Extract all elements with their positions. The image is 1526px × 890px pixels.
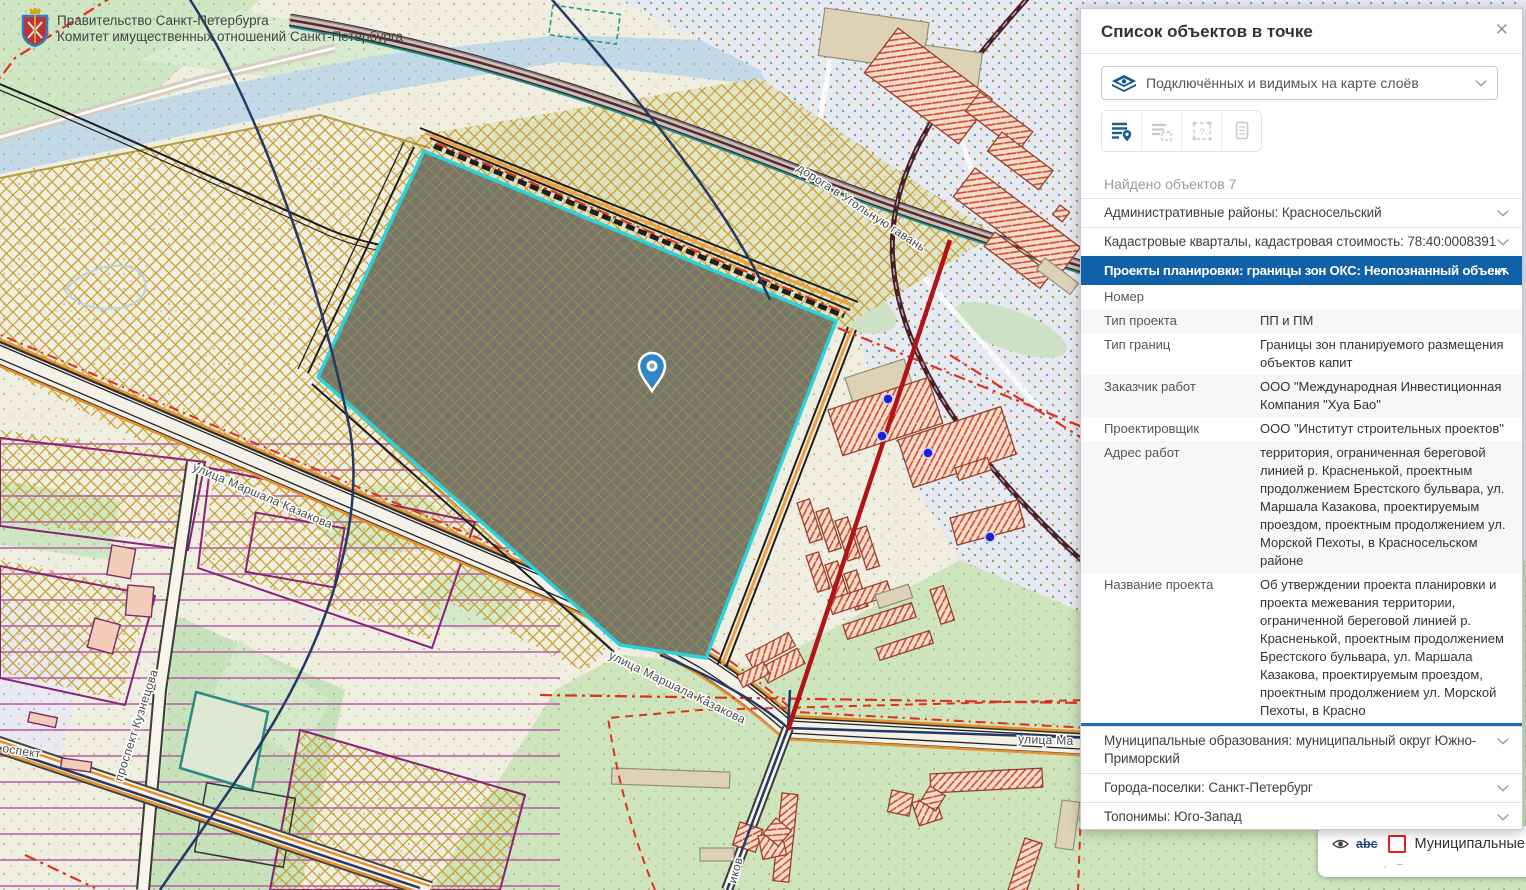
list-item-cities[interactable]: Города-поселки: Санкт-Петербург	[1081, 773, 1522, 802]
document-icon	[1231, 120, 1253, 142]
report-button[interactable]	[1222, 111, 1261, 151]
svg-text:?: ?	[1199, 127, 1204, 138]
identify-rect-button[interactable]: ?	[1182, 111, 1222, 151]
results-list: Административные районы: Красносельский …	[1081, 198, 1522, 830]
detail-row: Номер	[1081, 285, 1522, 309]
results-count: Найдено объектов 7	[1081, 176, 1522, 192]
spb-coat-of-arms-icon	[20, 8, 50, 48]
list-by-point-button[interactable]	[1102, 111, 1142, 151]
detail-row: Адрес работтерритория, ограниченная бере…	[1081, 441, 1522, 573]
gov-text-line1: Правительство Санкт-Петербурга	[57, 13, 403, 29]
detail-row: Заказчик работООО "Международная Инвести…	[1081, 375, 1522, 417]
results-toolbar: ?	[1101, 110, 1262, 152]
gov-text-line2: Комитет имущественных отношений Санкт-Пе…	[57, 29, 403, 45]
detail-row: Тип границГраницы зон планируемого разме…	[1081, 333, 1522, 375]
list-rect-icon	[1151, 121, 1173, 142]
list-item-planning-project-selected[interactable]: Проекты планировки: границы зон ОКС: Нео…	[1081, 256, 1522, 285]
list-by-rect-button[interactable]	[1142, 111, 1182, 151]
object-details-table: Номер Тип проектаПП и ПМ Тип границГрани…	[1081, 285, 1522, 726]
objects-at-point-panel: Список объектов в точке ✕ Подключённых и…	[1080, 8, 1523, 830]
chevron-up-icon	[1497, 268, 1509, 275]
layers-filter-label: Подключённых и видимых на карте слоёв	[1146, 75, 1475, 91]
detail-row: Тип проектаПП и ПМ	[1081, 309, 1522, 333]
layers-icon	[1112, 75, 1136, 92]
list-pin-icon	[1111, 121, 1133, 142]
legend-row-partial: ‚ –	[1332, 859, 1526, 870]
chevron-down-icon	[1475, 80, 1487, 87]
app-screen: улица Маршала Казакова улица Маршала Каз…	[0, 0, 1526, 890]
list-item-cadastral-quarter[interactable]: Кадастровые кварталы, кадастровая стоимо…	[1081, 227, 1522, 256]
map-legend: abc Муниципальные обр ‚ –	[1318, 826, 1526, 877]
question-rect-icon: ?	[1191, 120, 1213, 142]
chevron-down-icon	[1497, 785, 1509, 792]
layers-filter-dropdown[interactable]: Подключённых и видимых на карте слоёв	[1101, 66, 1498, 100]
chevron-down-icon	[1497, 210, 1509, 217]
legend-swatch-red-square	[1388, 835, 1406, 853]
legend-item-label: Муниципальные обр	[1415, 836, 1526, 852]
chevron-down-icon	[1497, 239, 1509, 246]
chevron-down-icon	[1497, 738, 1509, 745]
panel-title: Список объектов в точке	[1101, 22, 1313, 41]
government-logo: Правительство Санкт-Петербурга Комитет и…	[20, 8, 403, 48]
detail-row: ПроектировщикООО "Институт строительных …	[1081, 417, 1522, 441]
close-icon[interactable]: ✕	[1495, 20, 1509, 40]
eye-icon[interactable]	[1332, 838, 1349, 850]
list-item-municipal[interactable]: Муниципальные образования: муниципальный…	[1081, 726, 1522, 773]
chevron-down-icon	[1497, 814, 1509, 821]
labels-toggle[interactable]: abc	[1356, 837, 1378, 851]
detail-row: Название проектаОб утверждении проекта п…	[1081, 573, 1522, 723]
list-item-admin-district[interactable]: Административные районы: Красносельский	[1081, 198, 1522, 227]
list-item-toponyms[interactable]: Топонимы: Юго-Запад	[1081, 802, 1522, 830]
street-label-ulitsa-ma: улица Ма	[1018, 732, 1074, 748]
panel-header: Список объектов в точке ✕	[1081, 9, 1522, 54]
